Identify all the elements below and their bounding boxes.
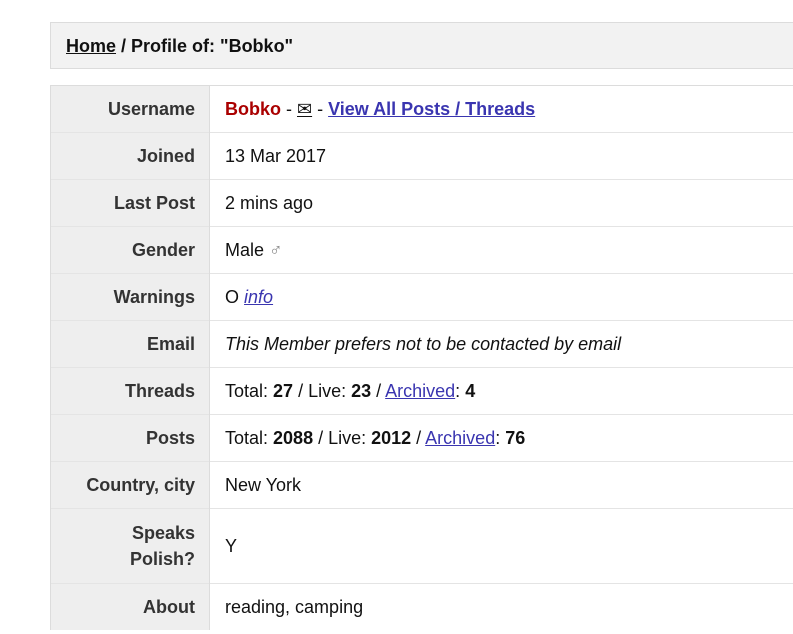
joined-value: 13 Mar 2017 xyxy=(209,132,793,180)
profile-row-last-post: Last Post 2 mins ago xyxy=(50,179,793,227)
posts-total-label: Total: xyxy=(225,427,274,448)
posts-total: 2088 xyxy=(273,427,314,448)
email-value: This Member prefers not to be contacted … xyxy=(209,320,793,368)
about-value: reading, camping xyxy=(209,583,793,630)
profile-row-threads: Threads Total: 27 / Live: 23 / Archived:… xyxy=(50,367,793,415)
posts-archived: 76 xyxy=(505,427,526,448)
last-post-value: 2 mins ago xyxy=(209,179,793,227)
profile-row-joined: Joined 13 Mar 2017 xyxy=(50,132,793,180)
threads-live-label: / Live: xyxy=(293,380,352,401)
gender-label: Gender xyxy=(50,226,210,274)
envelope-icon[interactable]: ✉ xyxy=(297,99,312,119)
speaks-polish-label-line2: Polish? xyxy=(129,549,195,569)
posts-archived-link[interactable]: Archived xyxy=(425,428,495,448)
breadcrumb: Home / Profile of: "Bobko" xyxy=(50,22,793,69)
speaks-polish-value: Y xyxy=(209,508,793,584)
profile-row-email: Email This Member prefers not to be cont… xyxy=(50,320,793,368)
username-sep1: - xyxy=(281,98,297,119)
posts-live: 2012 xyxy=(371,427,412,448)
speaks-polish-label: Speaks Polish? xyxy=(50,508,210,584)
gender-value: Male ♂ xyxy=(209,226,793,274)
about-label: About xyxy=(50,583,210,630)
threads-archived-link[interactable]: Archived xyxy=(385,381,455,401)
posts-value: Total: 2088 / Live: 2012 / Archived: 76 xyxy=(209,414,793,462)
last-post-label: Last Post xyxy=(50,179,210,227)
threads-slash: / xyxy=(371,380,386,401)
threads-value: Total: 27 / Live: 23 / Archived: 4 xyxy=(209,367,793,415)
profile-row-gender: Gender Male ♂ xyxy=(50,226,793,274)
threads-colon: : xyxy=(455,380,466,401)
threads-total: 27 xyxy=(273,380,294,401)
speaks-polish-label-line1: Speaks xyxy=(131,523,195,543)
breadcrumb-current: Profile of: "Bobko" xyxy=(131,36,294,56)
username-link[interactable]: Bobko xyxy=(225,99,281,119)
country-value: New York xyxy=(209,461,793,509)
posts-label: Posts xyxy=(50,414,210,462)
breadcrumb-separator: / xyxy=(116,36,132,56)
country-label: Country, city xyxy=(50,461,210,509)
posts-live-label: / Live: xyxy=(313,427,372,448)
male-symbol-icon: ♂ xyxy=(269,239,283,260)
posts-slash: / xyxy=(411,427,426,448)
threads-label: Threads xyxy=(50,367,210,415)
warnings-label: Warnings xyxy=(50,273,210,321)
profile-row-speaks-polish: Speaks Polish? Y xyxy=(50,508,793,584)
gender-text: Male xyxy=(225,239,265,260)
warnings-info-link[interactable]: info xyxy=(244,287,273,307)
profile-row-warnings: Warnings O info xyxy=(50,273,793,321)
threads-total-label: Total: xyxy=(225,380,274,401)
breadcrumb-home-link[interactable]: Home xyxy=(66,36,116,56)
warnings-value: O info xyxy=(209,273,793,321)
username-value: Bobko - ✉ - View All Posts / Threads xyxy=(209,85,793,133)
threads-archived: 4 xyxy=(465,380,476,401)
threads-live: 23 xyxy=(351,380,372,401)
profile-row-posts: Posts Total: 2088 / Live: 2012 / Archive… xyxy=(50,414,793,462)
view-all-posts-link[interactable]: View All Posts / Threads xyxy=(328,99,535,119)
joined-label: Joined xyxy=(50,132,210,180)
warnings-count: O xyxy=(225,286,240,307)
username-label: Username xyxy=(50,85,210,133)
email-label: Email xyxy=(50,320,210,368)
profile-row-country: Country, city New York xyxy=(50,461,793,509)
profile-row-username: Username Bobko - ✉ - View All Posts / Th… xyxy=(50,85,793,133)
profile-table: Username Bobko - ✉ - View All Posts / Th… xyxy=(50,85,793,630)
username-sep2: - xyxy=(312,98,329,119)
posts-colon: : xyxy=(495,427,506,448)
profile-row-about: About reading, camping xyxy=(50,583,793,630)
